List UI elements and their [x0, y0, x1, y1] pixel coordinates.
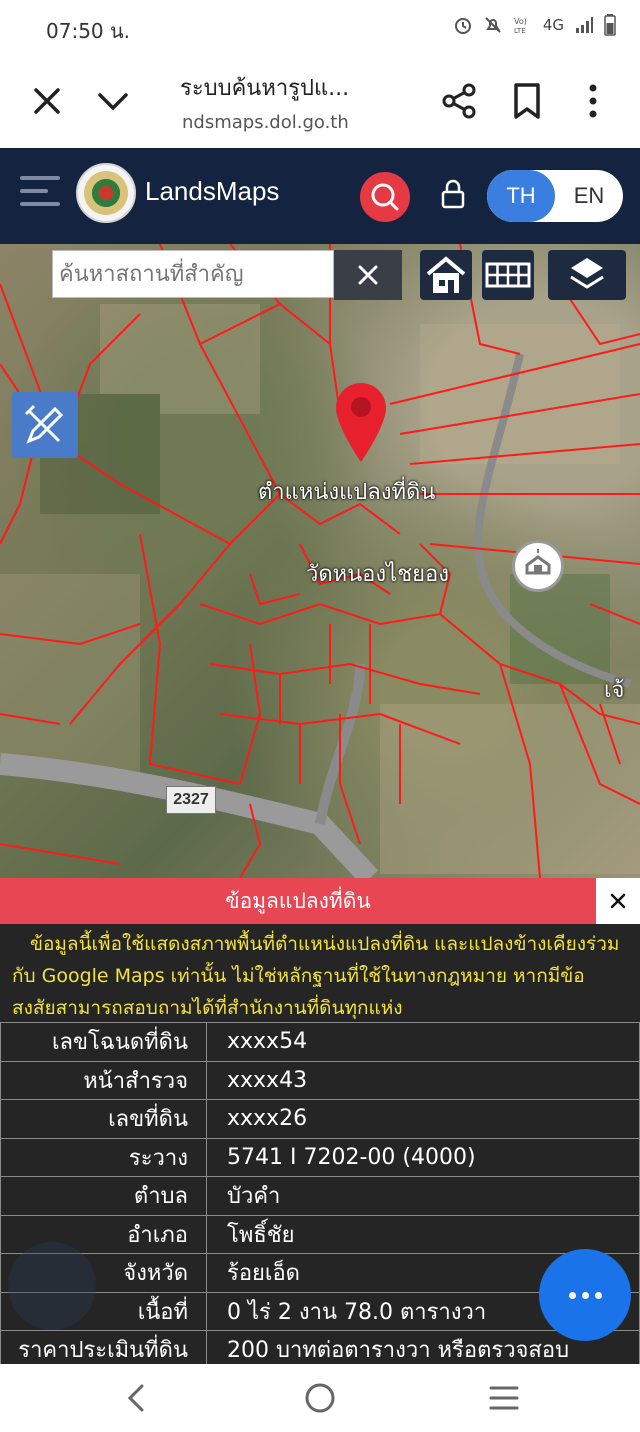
lang-th-button[interactable]: TH	[487, 170, 555, 222]
info-row-value: xxxx54	[206, 1022, 640, 1062]
info-row: อำเภอ โพธิ์ชัย	[0, 1214, 640, 1254]
info-row: เลขโฉนดที่ดิน xxxx54	[0, 1022, 640, 1062]
department-seal-logo	[76, 163, 136, 223]
svg-text:LTE: LTE	[514, 27, 526, 35]
dot-icon	[568, 1291, 576, 1299]
layers-icon	[570, 258, 604, 289]
grid-icon	[485, 262, 531, 288]
home-circle-icon[interactable]	[304, 1382, 336, 1414]
place-search-input[interactable]	[53, 251, 333, 297]
info-panel-title: ข้อมูลแปลงที่ดิน	[225, 888, 371, 913]
info-row-label: เลขที่ดิน	[0, 1099, 207, 1139]
share-icon[interactable]	[440, 82, 478, 120]
draw-tool-button[interactable]	[12, 392, 78, 458]
clear-icon	[358, 265, 378, 285]
browser-bar: ระบบค้นหารูปแ... ndsmaps.dol.go.th	[0, 56, 640, 148]
page-url[interactable]: ndsmaps.dol.go.th	[182, 112, 349, 133]
info-row: เลขที่ดิน xxxx26	[0, 1099, 640, 1139]
temple-icon[interactable]	[512, 540, 564, 592]
lock-icon[interactable]	[440, 178, 466, 210]
info-row-label: หน้าสำรวจ	[0, 1060, 207, 1100]
road-number-label: 2327	[166, 786, 216, 814]
draw-tool-icon	[24, 404, 64, 444]
app-header: LandsMaps TH EN	[0, 148, 640, 244]
status-icons: Vo) LTE 4G	[453, 14, 616, 36]
status-time: 07:50 น.	[46, 19, 131, 43]
info-row-label: ระวาง	[0, 1137, 207, 1177]
more-options-button[interactable]	[539, 1249, 631, 1341]
mute-icon	[485, 17, 501, 33]
info-row: ตำบล บัวคำ	[0, 1176, 640, 1216]
info-row-value: 5741 I 7202-00 (4000)	[206, 1137, 640, 1177]
home-button[interactable]	[420, 250, 472, 300]
lang-en-button[interactable]: EN	[555, 170, 623, 222]
svg-text:Vo): Vo)	[514, 17, 527, 26]
search-icon	[371, 183, 399, 211]
home-icon	[426, 256, 466, 293]
volte-icon: Vo)LTE	[514, 17, 527, 35]
signal-icon	[576, 17, 593, 33]
info-close-button[interactable]	[596, 878, 640, 924]
alarm-icon	[454, 18, 471, 34]
battery-icon	[604, 14, 616, 36]
info-row-label: ราคาประเมินที่ดิน	[0, 1330, 207, 1364]
edge-place-label: เจ้	[604, 678, 625, 703]
system-nav-bar	[0, 1364, 640, 1432]
dot-icon	[581, 1291, 589, 1299]
info-panel-header: ข้อมูลแปลงที่ดิน	[0, 878, 640, 924]
back-icon[interactable]	[124, 1382, 150, 1414]
recents-icon[interactable]	[488, 1384, 520, 1412]
close-icon	[610, 893, 626, 909]
bookmark-icon[interactable]	[510, 82, 544, 120]
info-row: ราคาประเมินที่ดิน 200 บาทต่อตารางวา หรือต…	[0, 1330, 640, 1364]
grid-button[interactable]	[482, 250, 534, 300]
dot-icon	[594, 1291, 602, 1299]
info-row: หน้าสำรวจ xxxx43	[0, 1060, 640, 1100]
info-row-value: โพธิ์ชัย	[206, 1214, 640, 1254]
disclaimer-text: ข้อมูลนี้เพื่อใช้แสดงสภาพพื้นที่ตำแหน่งแ…	[12, 933, 620, 1019]
location-pin-icon[interactable]	[332, 380, 390, 464]
brand-name: LandsMaps	[145, 176, 280, 206]
page-title: ระบบค้นหารูปแ...	[180, 76, 350, 101]
place-search-field[interactable]	[52, 250, 334, 298]
info-row-value: xxxx26	[206, 1099, 640, 1139]
map-view[interactable]: ตำแหน่งแปลงที่ดิน วัดหนองไชยอง เจ้ 2327	[0, 244, 640, 878]
info-row: ระวาง 5741 I 7202-00 (4000)	[0, 1137, 640, 1177]
info-row-value: xxxx43	[206, 1060, 640, 1100]
search-clear-button[interactable]	[334, 250, 402, 300]
hamburger-menu-icon[interactable]	[20, 176, 60, 210]
chevron-down-icon[interactable]	[96, 84, 130, 118]
more-icon[interactable]	[580, 82, 606, 120]
info-icon[interactable]	[8, 1242, 96, 1330]
layers-button[interactable]	[548, 250, 626, 300]
place-label: วัดหนองไชยอง	[306, 562, 449, 587]
info-row-label: ตำบล	[0, 1176, 207, 1216]
search-button[interactable]	[360, 172, 410, 222]
language-toggle[interactable]: TH EN	[487, 170, 623, 222]
network-type: 4G	[542, 16, 564, 34]
info-row-value: บัวคำ	[206, 1176, 640, 1216]
info-row-label: เลขโฉนดที่ดิน	[0, 1022, 207, 1062]
close-icon[interactable]	[30, 84, 64, 118]
pin-label: ตำแหน่งแปลงที่ดิน	[258, 480, 436, 505]
status-bar: 07:50 น. Vo) LTE 4G	[0, 0, 640, 56]
